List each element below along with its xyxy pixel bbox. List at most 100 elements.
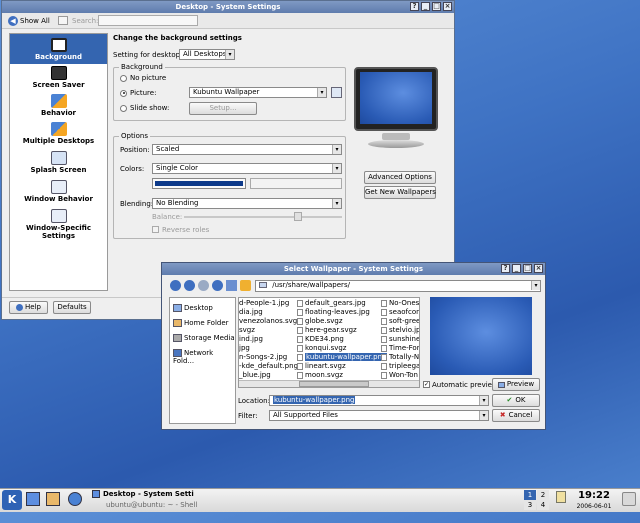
dialog-titlebar[interactable]: Select Wallpaper - System Settings ? _ □… [162, 263, 545, 275]
list-item[interactable]: _blue.jpg [239, 371, 299, 380]
clock-date: 2006-06-01 [576, 503, 612, 510]
list-item[interactable]: -kde_default.png [239, 362, 299, 371]
close-icon[interactable]: × [443, 2, 452, 11]
place-storage-media[interactable]: Storage Media [173, 334, 235, 342]
new-folder-icon[interactable] [226, 280, 237, 291]
sidebar-item-splash-screen[interactable]: Splash Screen [10, 151, 107, 177]
list-item[interactable]: soft-gree [381, 317, 419, 326]
ok-button[interactable]: ✔ OK [492, 394, 540, 407]
colors-combo[interactable]: Single Color ▾ [152, 163, 342, 174]
pager-desktop-3[interactable]: 3 [524, 500, 536, 510]
browser-launcher-icon[interactable] [68, 492, 82, 506]
position-label: Position: [120, 146, 150, 154]
list-item[interactable]: d-People-1.jpg [239, 299, 299, 308]
list-item[interactable]: No-Ones- [381, 299, 419, 308]
help-titlebar-icon[interactable]: ? [501, 264, 510, 273]
tools-icon[interactable] [240, 280, 251, 291]
places-panel: Desktop Home Folder Storage Media Networ… [169, 297, 236, 424]
task-shell[interactable]: ubuntu@ubuntu: ~ - Shell [106, 501, 206, 523]
list-item[interactable]: n-Songs-2.jpg [239, 353, 299, 362]
preview-button[interactable]: Preview [492, 378, 540, 391]
back-icon[interactable] [170, 280, 181, 291]
cancel-button[interactable]: ✖ Cancel [492, 409, 540, 422]
balance-slider-handle[interactable] [294, 212, 302, 221]
list-item[interactable]: globe.svgz [297, 317, 381, 326]
primary-color-button[interactable] [152, 178, 246, 189]
clock-time[interactable]: 19:22 [576, 490, 612, 501]
reload-icon[interactable] [212, 280, 223, 291]
list-item[interactable]: default_gears.jpg [297, 299, 381, 308]
list-item[interactable]: konqui.svgz [297, 344, 381, 353]
reverse-roles-checkbox[interactable] [152, 226, 159, 233]
search-input[interactable] [98, 15, 198, 26]
settings-titlebar[interactable]: Desktop - System Settings ? _ □ × [2, 1, 454, 13]
list-item[interactable]: stelvio.jp [381, 326, 419, 335]
list-item[interactable]: dia.jpg [239, 308, 299, 317]
place-desktop[interactable]: Desktop [173, 304, 213, 312]
maximize-icon[interactable]: □ [432, 2, 441, 11]
forward-icon[interactable] [198, 280, 209, 291]
up-icon[interactable] [184, 280, 195, 291]
filter-combo[interactable]: All Supported Files ▾ [269, 410, 489, 421]
list-item[interactable]: venezolanos.svgz [239, 317, 301, 326]
list-item[interactable]: lineart.svgz [297, 362, 381, 371]
automatic-preview-checkbox[interactable]: ✓ [423, 381, 430, 388]
sidebar-item-multiple-desktops[interactable]: Multiple Desktops [10, 122, 107, 148]
clipboard-icon[interactable] [556, 491, 566, 503]
pager-desktop-2[interactable]: 2 [537, 490, 549, 500]
k-menu-icon[interactable]: K [2, 490, 22, 510]
setting-for-combo[interactable]: All Desktops ▾ [179, 49, 235, 60]
list-item[interactable]: floating-leaves.jpg [297, 308, 381, 317]
close-icon[interactable]: × [534, 264, 543, 273]
list-item[interactable]: jpg [239, 344, 299, 353]
list-item[interactable]: KDE34.png [297, 335, 381, 344]
show-desktop-icon[interactable] [26, 492, 40, 506]
balance-slider[interactable] [184, 216, 342, 218]
list-item[interactable]: sunshine [381, 335, 419, 344]
list-item[interactable]: seaofcon [381, 308, 419, 317]
advanced-options-button[interactable]: Advanced Options [364, 171, 436, 184]
scrollbar-handle[interactable] [299, 381, 369, 387]
sidebar-item-window-specific[interactable]: Window-Specific Settings [10, 209, 107, 240]
slide-show-radio[interactable]: Slide show: [120, 104, 169, 112]
list-item[interactable]: svgz [239, 326, 299, 335]
horizontal-scrollbar[interactable] [239, 380, 419, 387]
place-home-folder[interactable]: Home Folder [173, 319, 229, 327]
list-item[interactable]: tripleega [381, 362, 419, 371]
defaults-button[interactable]: Defaults [53, 301, 91, 314]
pager-desktop-1[interactable]: 1 [524, 490, 536, 500]
secondary-color-button[interactable] [250, 178, 342, 189]
list-item[interactable]: ind.jpg [239, 335, 299, 344]
sidebar-item-window-behavior[interactable]: Window Behavior [10, 180, 107, 206]
path-combo[interactable]: /usr/share/wallpapers/ ▾ [255, 280, 541, 292]
sidebar-item-behavior[interactable]: Behavior [10, 94, 107, 120]
home-launcher-icon[interactable] [46, 492, 60, 506]
place-network-folders[interactable]: Network Fold... [173, 349, 235, 365]
no-picture-radio[interactable]: No picture [120, 74, 166, 82]
list-item[interactable]: moon.svgz [297, 371, 381, 380]
logout-icon[interactable] [622, 492, 636, 506]
list-item[interactable]: Won-Ton [381, 371, 419, 380]
list-item[interactable]: Time-For- [381, 344, 419, 353]
list-item[interactable]: Totally-N [381, 353, 419, 362]
location-input[interactable]: kubuntu-wallpaper.png ▾ [269, 395, 489, 406]
sidebar-item-background[interactable]: Background [10, 34, 107, 64]
maximize-icon[interactable]: □ [523, 264, 532, 273]
minimize-icon[interactable]: _ [512, 264, 521, 273]
list-item-selected[interactable]: kubuntu-wallpaper.png [297, 353, 388, 362]
blending-combo[interactable]: No Blending ▾ [152, 198, 342, 209]
sidebar-item-screen-saver[interactable]: Screen Saver [10, 66, 107, 92]
clear-search-icon[interactable] [58, 16, 68, 25]
show-all-button[interactable]: ◀ Show All [8, 15, 50, 27]
picture-radio[interactable]: Picture: [120, 89, 156, 97]
minimize-icon[interactable]: _ [421, 2, 430, 11]
position-combo[interactable]: Scaled ▾ [152, 144, 342, 155]
setup-button[interactable]: Setup... [189, 102, 257, 115]
browse-folder-icon[interactable] [331, 87, 342, 98]
help-button[interactable]: Help [9, 301, 48, 314]
pager-desktop-4[interactable]: 4 [537, 500, 549, 510]
picture-combo[interactable]: Kubuntu Wallpaper ▾ [189, 87, 327, 98]
help-titlebar-icon[interactable]: ? [410, 2, 419, 11]
list-item[interactable]: here-gear.svgz [297, 326, 381, 335]
get-new-wallpapers-button[interactable]: Get New Wallpapers [364, 186, 436, 199]
